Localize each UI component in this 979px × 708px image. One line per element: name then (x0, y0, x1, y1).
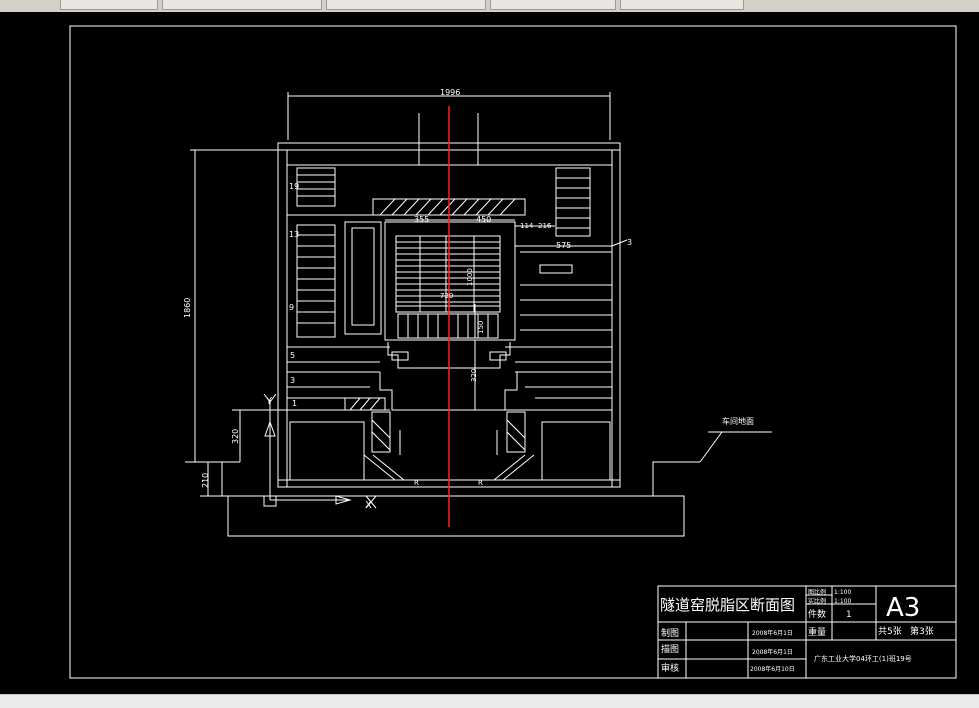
ground-label: 车间地面 (722, 416, 754, 426)
bottom-status-bar (0, 694, 979, 708)
traced-date: 2008年6月1日 (752, 648, 793, 656)
dim-bottom-right-r: R (478, 479, 483, 487)
quantity-label: 件数 (808, 608, 826, 620)
taskbar-button-4[interactable] (490, 0, 616, 10)
drawing-border (69, 25, 957, 679)
dim-bottom-left-r: R (414, 479, 419, 487)
scale-value-1: 1:100 (834, 589, 851, 596)
quantity-value: 1 (846, 610, 852, 620)
checked-label: 审核 (661, 662, 679, 674)
taskbar-button-1[interactable] (60, 0, 158, 10)
kiln-chamber (384, 221, 516, 341)
sheet-count: 共5张 (878, 626, 902, 637)
dim-right-a: 114 (520, 222, 534, 230)
scale-label-2: 实比例 (808, 597, 826, 605)
product-stack (395, 235, 501, 313)
axis-y-label: Y (265, 396, 273, 407)
ground-right (610, 461, 700, 497)
taskbar-button-3[interactable] (326, 0, 486, 10)
layer-number-5: 5 (290, 351, 295, 360)
cad-drawing-canvas[interactable]: 1996 1860 320 210 355 450 114 216 575 10… (0, 12, 979, 694)
dim-left-bottom: 210 (201, 473, 210, 488)
layer-number-1: 1 (292, 399, 297, 408)
drawing-svg: 1996 1860 320 210 355 450 114 216 575 10… (69, 25, 957, 679)
sand-seal-right (506, 411, 526, 453)
dim-right-b: 216 (538, 222, 552, 230)
dim-center-v3: 320 (470, 369, 478, 382)
dim-center-v1: 1000 (466, 268, 474, 286)
dim-left-lower: 320 (231, 429, 240, 444)
school-label: 广东工业大学04环工(1)班19号 (814, 654, 912, 663)
drawn-label: 制图 (661, 627, 679, 639)
dim-left-height: 1860 (183, 298, 192, 318)
pit-outline (227, 495, 685, 537)
layer-number-9: 9 (289, 303, 294, 312)
weight-label: 重量 (808, 626, 826, 638)
checked-date: 2008年6月10日 (750, 665, 795, 673)
layer-number-19: 19 (289, 182, 299, 191)
dim-inner-left: 355 (414, 215, 429, 224)
sand-seal-left (371, 411, 391, 453)
dim-inner-right: 450 (476, 215, 491, 224)
scale-value-2: 1:100 (834, 598, 851, 605)
layer-number-13: 13 (289, 230, 299, 239)
dim-center-h: 720 (440, 292, 453, 300)
layer-number-3: 3 (290, 376, 295, 385)
axis-x-label: X (365, 500, 372, 511)
traced-label: 描图 (661, 643, 679, 655)
taskbar-button-2[interactable] (162, 0, 322, 10)
dim-center-v2: 150 (477, 321, 485, 334)
taskbar-button-5[interactable] (620, 0, 744, 10)
drawing-title: 隧道窑脱脂区断面图 (660, 596, 795, 614)
scale-label-1: 图比例 (808, 588, 826, 596)
sheet-index: 第3张 (910, 625, 934, 637)
dim-top-width: 1996 (440, 88, 460, 97)
callout-number: 3 (627, 238, 632, 247)
dim-right-c: 575 (556, 241, 571, 250)
sheet-size: A3 (886, 593, 920, 623)
drawn-date: 2008年6月1日 (752, 629, 793, 637)
